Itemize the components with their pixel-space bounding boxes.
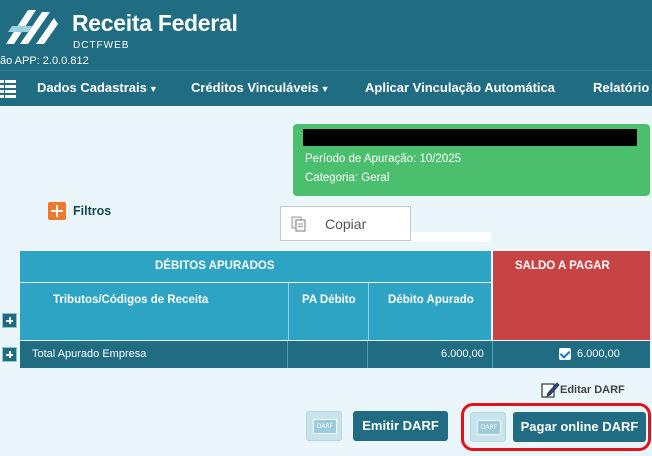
app-version: ão APP: 2.0.0.812 [0,55,89,67]
expand-row-button[interactable] [2,347,17,362]
group-header-label: DÉBITOS APURADOS [155,260,275,272]
column-divider [288,283,289,340]
plus-square-icon[interactable] [48,202,66,220]
caret-down-icon: ▼ [148,84,158,94]
row-label: Total Apurado Empresa [32,348,147,360]
table-row: Total Apurado Empresa 6.000,00 6.000,00 [20,341,650,368]
row-debito-apurado: 6.000,00 [441,348,484,360]
nav-item-label: Dados Cadastrais [37,80,147,95]
pencil-edit-icon [541,382,560,398]
debitos-apurados-header: DÉBITOS APURADOS [20,251,491,282]
row-divider [287,341,288,368]
saldo-header-label: SALDO A PAGAR [515,260,610,272]
column-divider [368,283,369,340]
caret-down-icon: ▼ [320,84,330,94]
nav-item-label: Relatório [593,80,650,95]
nav-item-relatorio[interactable]: Relatório [593,80,649,95]
row-saldo: 6.000,00 [577,348,620,360]
darf-icon: DARF [313,419,337,434]
periodo-apuracao: Período de Apuração: 10/2025 [305,153,462,165]
column-header-debito-apurado: Débito Apurado [388,294,474,306]
highlight-annotation [461,403,651,451]
row-divider [492,341,493,368]
copy-popup[interactable]: Copiar [280,206,411,241]
row-checkbox[interactable] [559,348,571,360]
edit-darf-label: Editar DARF [560,384,625,396]
main-navbar: Dados Cadastrais ▼ Créditos Vinculáveis ▼ … [0,70,652,106]
column-header-row: Tributos/Códigos de Receita PA Débito Dé… [20,283,491,340]
copy-icon [291,216,306,232]
nav-item-creditos-vinculaveis[interactable]: Créditos Vinculáveis ▼ [191,80,330,95]
categoria: Categoria: Geral [305,172,390,184]
nav-item-dados-cadastrais[interactable]: Dados Cadastrais ▼ [37,80,158,95]
emitir-darf-button[interactable]: Emitir DARF [353,411,448,441]
info-box: Período de Apuração: 10/2025 Categoria: … [293,124,650,196]
popup-strip [411,232,491,242]
nav-item-label: Aplicar Vinculação Automática [365,80,556,95]
receita-federal-logo-icon [2,4,60,50]
app-header: Receita Federal DCTFWEB ão APP: 2.0.0.81… [0,0,652,70]
copy-label: Copiar [325,216,367,232]
darf-icon-button[interactable]: DARF [306,411,342,441]
saldo-a-pagar-header: SALDO A PAGAR [493,251,650,340]
column-header-pa-debito: PA Débito [302,294,356,306]
redacted-contributor [303,129,637,146]
row-divider [367,341,368,368]
nav-item-aplicar-vinculacao[interactable]: Aplicar Vinculação Automática [365,80,555,95]
menu-icon[interactable] [0,80,16,98]
expand-header-button[interactable] [2,313,17,328]
brand-title: Receita Federal [72,10,238,36]
nav-item-label: Créditos Vinculáveis [191,80,319,95]
brand-subtitle: DCTFWEB [73,40,130,51]
filters-label[interactable]: Filtros [73,204,111,218]
column-header-tributos: Tributos/Códigos de Receita [53,294,209,306]
